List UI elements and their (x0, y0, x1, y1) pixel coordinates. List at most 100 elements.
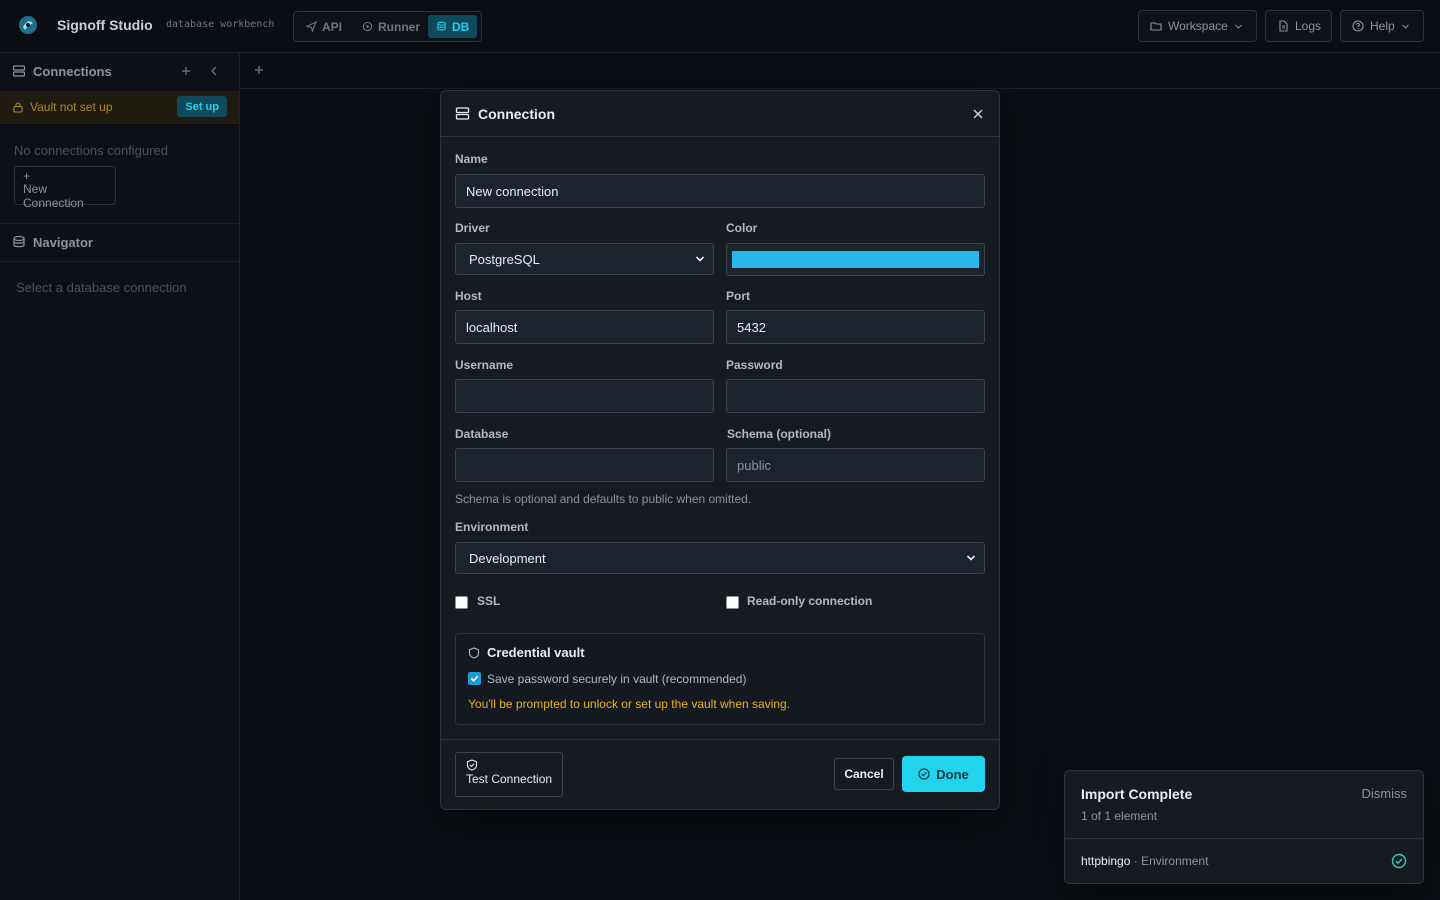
add-tab-icon[interactable] (252, 63, 266, 77)
add-connection-icon[interactable] (179, 64, 193, 78)
vault-warning-bar: Vault not set up Set up (0, 91, 239, 123)
port-label: Port (726, 289, 750, 303)
vault-warning-text: Vault not set up (30, 100, 113, 114)
dismiss-button[interactable]: Dismiss (1362, 786, 1408, 801)
toast-item: httpbingo · Environment (1081, 854, 1208, 868)
done-label: Done (936, 766, 969, 782)
toast-item-separator: · (1130, 854, 1142, 868)
vault-title-text: Credential vault (487, 645, 585, 660)
environment-label: Environment (455, 520, 529, 534)
schema-label: Schema (optional) (727, 427, 832, 441)
host-input[interactable]: localhost (455, 310, 714, 344)
database-icon (436, 21, 447, 32)
send-icon (306, 21, 317, 32)
chevron-down-icon (1234, 22, 1243, 31)
chevron-down-icon (695, 254, 705, 264)
plus-icon: + (23, 169, 31, 183)
port-input[interactable]: 5432 (726, 310, 985, 344)
navigator-empty-text: Select a database connection (16, 280, 187, 295)
connections-header: Connections (0, 53, 239, 89)
mode-switcher: API Runner DB (293, 11, 482, 42)
check-circle-icon (1391, 853, 1407, 869)
color-swatch (732, 251, 979, 268)
app-logo-icon (17, 14, 39, 36)
help-circle-icon (1352, 20, 1364, 32)
navigator-title: Navigator (33, 234, 93, 250)
mode-api-label: API (322, 19, 343, 34)
divider (0, 261, 239, 262)
server-icon (455, 106, 470, 121)
vault-setup-button[interactable]: Set up (177, 96, 227, 117)
database-input[interactable] (455, 448, 714, 482)
schema-hint: Schema is optional and defaults to publi… (455, 492, 752, 506)
toast-subtitle: 1 of 1 element (1081, 809, 1158, 823)
cancel-button[interactable]: Cancel (834, 758, 894, 790)
driver-value: PostgreSQL (469, 251, 540, 267)
navigator-header: Navigator (0, 224, 239, 260)
mode-runner-label: Runner (378, 19, 420, 34)
name-label: Name (455, 152, 488, 166)
schema-input[interactable]: public (726, 448, 985, 482)
database-label: Database (455, 427, 509, 441)
vault-warning-text: You'll be prompted to unlock or set up t… (468, 697, 791, 711)
readonly-checkbox[interactable] (726, 596, 739, 609)
close-icon[interactable] (971, 107, 985, 121)
vault-save-label: Save password securely in vault (recomme… (487, 672, 747, 686)
done-button[interactable]: Done (902, 756, 985, 792)
test-connection-label: Test Connection (466, 772, 553, 786)
driver-select[interactable]: PostgreSQL (455, 243, 714, 275)
ssl-label: SSL (477, 594, 501, 608)
folder-icon (1150, 20, 1162, 32)
mode-runner-button[interactable]: Runner (354, 15, 428, 38)
environment-select[interactable]: Development (455, 542, 985, 574)
empty-connections-text: No connections configured (14, 143, 168, 158)
new-connection-label: New Connection (23, 182, 84, 210)
app-name: Signoff Studio (57, 17, 153, 33)
sidebar: Connections Vault not set up Set up No c… (0, 53, 240, 900)
chevron-down-icon (1401, 22, 1410, 31)
color-picker[interactable] (726, 243, 985, 276)
database-icon (12, 235, 26, 249)
app-subtitle: database workbench (166, 19, 275, 30)
test-connection-button[interactable]: Test Connection (455, 752, 563, 797)
import-toast: Import Complete 1 of 1 element Dismiss h… (1064, 770, 1424, 884)
connections-title: Connections (33, 63, 112, 79)
connection-dialog: Connection Name New connection Driver Po… (440, 90, 1000, 810)
username-label: Username (455, 358, 514, 372)
logs-button[interactable]: Logs (1265, 10, 1332, 42)
check-circle-icon (918, 768, 930, 780)
credential-vault-panel: Credential vault Save password securely … (455, 633, 985, 725)
help-label: Help (1370, 19, 1395, 33)
environment-value: Development (469, 550, 546, 566)
new-connection-button[interactable]: + New Connection (14, 166, 116, 210)
vault-save-checkbox[interactable] (468, 672, 481, 685)
top-bar: Signoff Studio database workbench API Ru… (0, 0, 1440, 53)
workspace-button[interactable]: Workspace (1138, 10, 1257, 42)
dialog-header: Connection (441, 91, 999, 137)
name-input[interactable]: New connection (455, 174, 985, 208)
color-label: Color (726, 221, 758, 235)
host-label: Host (455, 289, 482, 303)
vault-title: Credential vault (468, 645, 585, 660)
mode-db-label: DB (452, 19, 470, 34)
toast-title: Import Complete (1081, 786, 1193, 802)
help-button[interactable]: Help (1340, 10, 1424, 42)
username-input[interactable] (455, 379, 714, 413)
divider (1065, 838, 1423, 839)
ssl-checkbox[interactable] (455, 596, 468, 609)
runner-icon (362, 21, 373, 32)
chevron-down-icon (966, 553, 976, 563)
dialog-title: Connection (478, 105, 555, 122)
workspace-label: Workspace (1168, 19, 1228, 33)
mode-api-button[interactable]: API (298, 15, 350, 38)
mode-db-button[interactable]: DB (428, 15, 478, 38)
shield-icon (468, 646, 480, 659)
shield-check-icon (466, 759, 562, 771)
password-label: Password (726, 358, 783, 372)
password-input[interactable] (726, 379, 985, 413)
file-icon (1277, 20, 1289, 32)
logs-label: Logs (1295, 19, 1322, 33)
collapse-sidebar-icon[interactable] (207, 64, 221, 78)
divider (0, 123, 239, 124)
toast-item-type: Environment (1141, 854, 1209, 868)
